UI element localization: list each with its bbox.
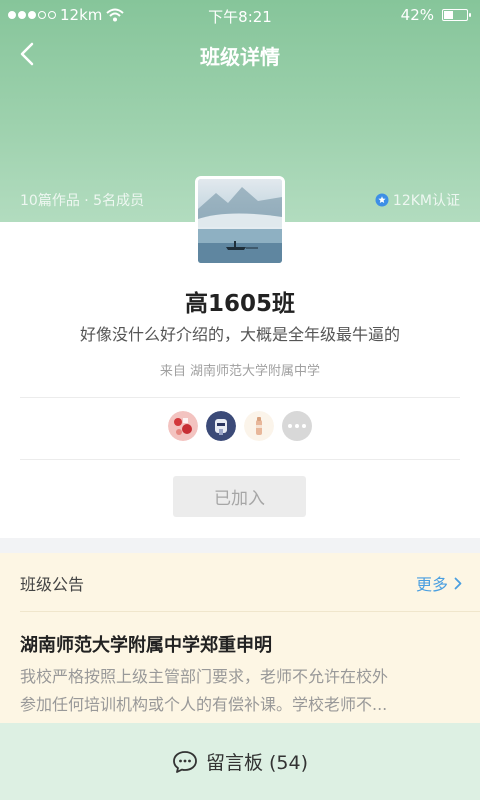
page-title: 班级详情 (200, 45, 280, 69)
message-board-label: 留言板 (54) (205, 752, 309, 774)
member-avatars[interactable] (0, 411, 480, 441)
announcement-panel: 班级公告 更多 湖南师范大学附属中学郑重申明 我校严格按照上级主管部门要求，老师… (0, 553, 480, 723)
nav-bar: 班级详情 (0, 38, 480, 72)
member-avatar-1[interactable] (168, 411, 198, 441)
class-avatar (195, 176, 285, 266)
more-label: 更多 (415, 575, 448, 594)
chat-bubble-icon (173, 750, 197, 773)
divider (20, 611, 480, 612)
divider (20, 459, 460, 460)
member-avatar-3[interactable] (244, 411, 274, 441)
announcement-body-line: 我校严格按照上级主管部门要求，老师不允许在校外 (20, 667, 389, 686)
battery-percent: 42% (400, 6, 434, 24)
more-members-icon[interactable] (282, 411, 312, 441)
divider (20, 397, 460, 398)
message-board-button[interactable]: 留言板 (54) (0, 723, 480, 800)
announcement-title: 班级公告 (20, 575, 85, 594)
school-origin: 来自 湖南师范大学附属中学 (159, 364, 321, 379)
status-bar: 12km 下午8:21 42% (0, 0, 480, 30)
joined-button[interactable]: 已加入 (173, 476, 306, 517)
announcement-body[interactable]: 我校严格按照上级主管部门要求，老师不允许在校外 参加任何培训机构或个人的有偿补课… (20, 663, 460, 719)
class-name: 高1605班 (184, 291, 295, 317)
member-avatar-2[interactable] (206, 411, 236, 441)
cert-label: 12KM认证 (392, 193, 460, 209)
announcement-more-link[interactable]: 更多 (416, 571, 462, 595)
battery-icon (442, 9, 471, 21)
announcement-body-line: 参加任何培训机构或个人的有偿补课。学校老师不... (20, 695, 388, 714)
class-intro: 好像没什么好介绍的，大概是全年级最牛逼的 (79, 325, 400, 344)
class-stats: 10篇作品 · 5名成员 (20, 193, 145, 209)
announcement-headline[interactable]: 湖南师范大学附属中学郑重申明 (20, 631, 272, 657)
chevron-right-icon (454, 577, 462, 589)
certification-badge: 12KM认证 (375, 190, 460, 210)
verified-icon (375, 193, 389, 207)
